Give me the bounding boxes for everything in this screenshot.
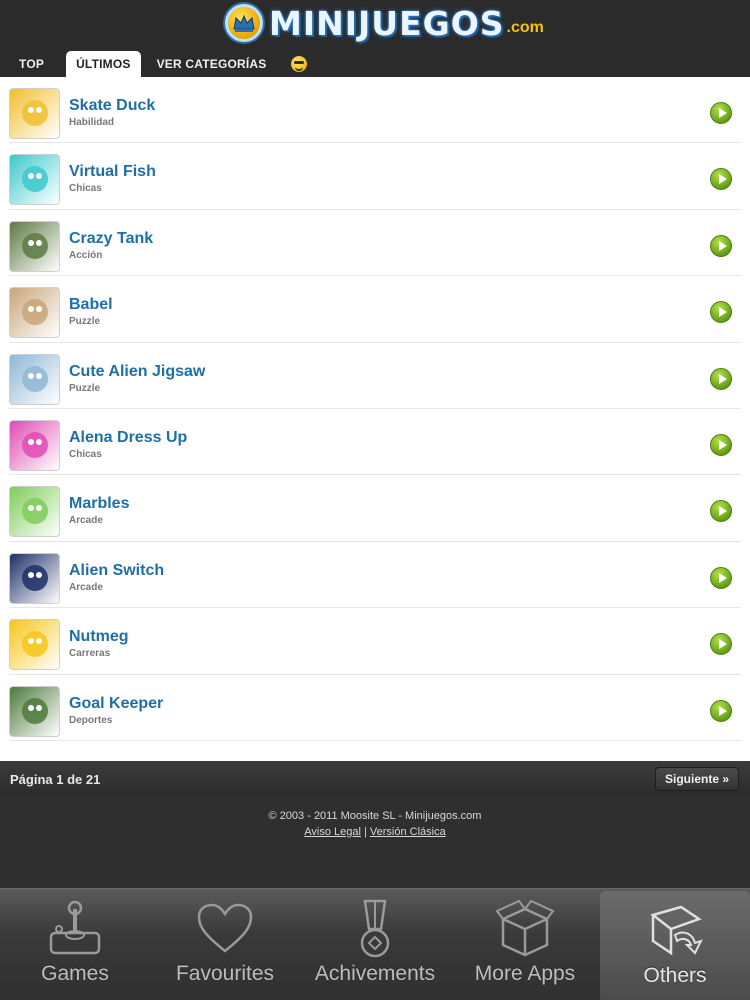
tabbar-label-achievements: Achivements [314, 962, 436, 985]
logo-domain: .com [506, 19, 544, 36]
game-category: Deportes [69, 714, 113, 726]
footer-separator: | [360, 826, 370, 838]
game-row[interactable]: Skate Duck Habilidad [9, 77, 741, 144]
game-title[interactable]: Babel [69, 296, 113, 314]
heart-icon [197, 903, 253, 953]
smiley-icon [290, 56, 307, 72]
box-icon [495, 899, 555, 957]
game-title[interactable]: Virtual Fish [69, 163, 156, 181]
game-row[interactable]: Babel Puzzle [9, 276, 741, 343]
game-thumbnail[interactable] [9, 486, 60, 538]
game-title[interactable]: Alena Dress Up [69, 429, 187, 447]
page-indicator: Página 1 de 21 [10, 772, 101, 787]
game-category: Chicas [69, 448, 102, 460]
tab-top[interactable]: TOP [0, 51, 60, 77]
game-list: Skate Duck Habilidad Virtual Fish Chicas Cra… [0, 77, 750, 761]
game-thumbnail[interactable] [9, 619, 60, 671]
play-icon[interactable] [710, 102, 732, 124]
game-row[interactable]: Crazy Tank Acción [9, 210, 741, 277]
tabbar-label-games: Games [41, 962, 109, 985]
logo-text: MINIJUEGOS [269, 3, 505, 43]
play-icon[interactable] [710, 168, 732, 191]
pagination-bar: Página 1 de 21 Siguiente » [0, 761, 750, 798]
game-title[interactable]: Goal Keeper [69, 695, 163, 713]
copyright-text: © 2003 - 2011 Moosite SL - Minijuegos.co… [268, 810, 482, 822]
game-title[interactable]: Cute Alien Jigsaw [69, 363, 205, 381]
game-category: Acción [69, 249, 103, 261]
game-title[interactable]: Nutmeg [69, 628, 129, 646]
aviso-legal-link[interactable]: Aviso Legal [304, 826, 361, 838]
game-row[interactable]: Virtual Fish Chicas [9, 143, 741, 210]
game-thumbnail[interactable] [9, 154, 60, 206]
game-thumbnail[interactable] [9, 287, 60, 339]
play-icon[interactable] [710, 566, 732, 589]
crown-icon [225, 4, 263, 42]
tabbar-label-favourites: Favourites [175, 962, 275, 985]
game-category: Chicas [69, 183, 102, 195]
next-page-button[interactable]: Siguiente » [655, 767, 739, 791]
game-thumbnail[interactable] [9, 88, 60, 139]
play-icon[interactable] [710, 699, 732, 722]
game-row[interactable]: Goal Keeper Deportes [9, 675, 741, 741]
play-icon[interactable] [710, 367, 732, 390]
game-title[interactable]: Skate Duck [69, 97, 155, 115]
play-icon[interactable] [710, 433, 732, 456]
game-thumbnail[interactable] [9, 353, 60, 405]
others-icon [650, 905, 703, 956]
play-icon[interactable] [710, 633, 732, 656]
tabbar-item-games[interactable]: Games [0, 889, 150, 1000]
game-row[interactable]: Cute Alien Jigsaw Puzzle [9, 343, 741, 409]
game-title[interactable]: Crazy Tank [69, 230, 153, 248]
game-title[interactable]: Marbles [69, 495, 129, 513]
game-title[interactable]: Alien Switch [69, 562, 164, 580]
tab-ultimos[interactable]: ÚLTIMOS [66, 51, 141, 77]
game-category: Puzzle [69, 382, 101, 394]
tabbar-label-others: Others [643, 964, 707, 987]
game-category: Carreras [69, 648, 111, 660]
game-thumbnail[interactable] [9, 685, 60, 737]
game-category: Arcade [69, 515, 103, 527]
game-row[interactable]: Marbles Arcade [9, 475, 741, 542]
play-icon[interactable] [710, 500, 732, 523]
game-category: Habilidad [69, 117, 115, 128]
site-logo[interactable]: MINIJUEGOS .com [225, 3, 544, 43]
game-thumbnail[interactable] [9, 552, 60, 604]
footer-links: Aviso Legal | Versión Clásica [0, 826, 750, 838]
version-clasica-link[interactable]: Versión Clásica [370, 826, 446, 838]
tabbar-item-more-apps[interactable]: More Apps [450, 889, 600, 1000]
header: MINIJUEGOS .com TOP ÚLTIMOS VER CATEGORÍ… [0, 0, 750, 77]
tab-emoji[interactable] [277, 51, 317, 77]
top-tabs: TOP ÚLTIMOS VER CATEGORÍAS [0, 50, 317, 77]
game-category: Puzzle [69, 316, 101, 328]
game-row[interactable]: Nutmeg Carreras [9, 608, 741, 675]
game-category: Arcade [69, 581, 103, 593]
tabbar-item-favourites[interactable]: Favourites [150, 889, 300, 1000]
footer: © 2003 - 2011 Moosite SL - Minijuegos.co… [0, 798, 750, 888]
play-icon[interactable] [710, 301, 732, 324]
tabbar-item-achievements[interactable]: Achivements [300, 889, 450, 1000]
game-thumbnail[interactable] [9, 419, 60, 471]
tabbar-item-others[interactable]: Others [600, 891, 750, 1000]
tabbar-label-more-apps: More Apps [474, 962, 576, 985]
bottom-tab-bar: Games Favourites Achivements More Apps O… [0, 888, 750, 1000]
game-row[interactable]: Alena Dress Up Chicas [9, 409, 741, 476]
play-icon[interactable] [710, 234, 732, 257]
game-row[interactable]: Alien Switch Arcade [9, 542, 741, 609]
app-root: MINIJUEGOS .com TOP ÚLTIMOS VER CATEGORÍ… [0, 0, 750, 1000]
game-thumbnail[interactable] [9, 220, 60, 272]
tab-ver-categorias[interactable]: VER CATEGORÍAS [147, 51, 277, 77]
medal-icon [360, 899, 390, 958]
joystick-icon [49, 900, 101, 955]
